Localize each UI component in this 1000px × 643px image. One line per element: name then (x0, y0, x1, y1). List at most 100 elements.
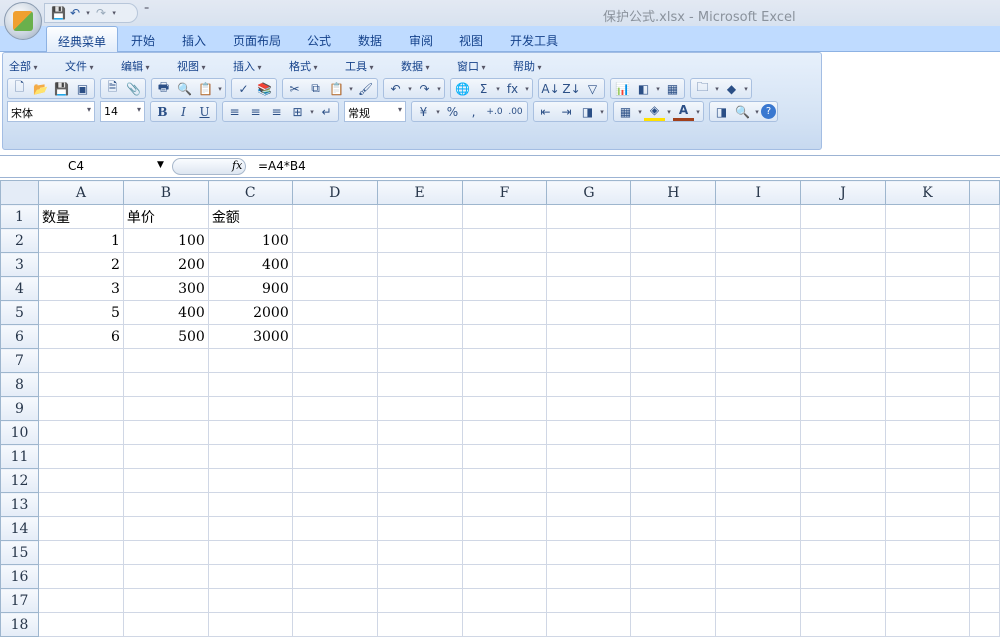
cell-D8[interactable] (291, 372, 378, 397)
cell-K4[interactable] (885, 276, 970, 301)
column-header-C[interactable]: C (207, 180, 293, 205)
cell-G11[interactable] (546, 444, 632, 469)
cell-D16[interactable] (291, 564, 378, 589)
column-header-J[interactable]: J (800, 180, 887, 205)
column-header-A[interactable]: A (37, 180, 124, 205)
cell-G2[interactable] (546, 228, 632, 253)
cell-K2[interactable] (885, 228, 970, 253)
paste-dropdown[interactable]: ▾ (347, 85, 355, 93)
font-name-select[interactable]: 宋体 (7, 101, 95, 122)
cell-A14[interactable] (37, 516, 124, 541)
cell-C7[interactable] (207, 348, 293, 373)
cell-E15[interactable] (376, 540, 463, 565)
cell-J13[interactable] (800, 492, 887, 517)
format-painter-icon[interactable]: 🖌 (355, 80, 376, 98)
cell-F2[interactable] (461, 228, 548, 253)
cell-C9[interactable] (207, 396, 293, 421)
cell-C15[interactable] (207, 540, 293, 565)
cell-G4[interactable] (546, 276, 632, 301)
cell-C11[interactable] (207, 444, 293, 469)
cell-C14[interactable] (207, 516, 293, 541)
cell-B1[interactable]: 单价 (122, 204, 209, 229)
cell-B2[interactable]: 100 (122, 228, 209, 253)
cell-J6[interactable] (800, 324, 887, 349)
cell-A16[interactable] (37, 564, 124, 589)
column-header-H[interactable]: H (630, 180, 717, 205)
cell-I6[interactable] (715, 324, 802, 349)
row-header-6[interactable]: 6 (0, 324, 39, 349)
cell-A11[interactable] (37, 444, 124, 469)
cell-D18[interactable] (291, 612, 378, 637)
font-size-select[interactable]: 14 (100, 101, 145, 122)
redo-icon[interactable]: ↷ (414, 80, 435, 98)
cell-A8[interactable] (37, 372, 124, 397)
cell-E14[interactable] (376, 516, 463, 541)
cell-B5[interactable]: 400 (122, 300, 209, 325)
cell-I8[interactable] (715, 372, 802, 397)
cell-L11[interactable] (968, 444, 1000, 469)
cell-G1[interactable] (546, 204, 632, 229)
cell-F5[interactable] (461, 300, 548, 325)
cell-C12[interactable] (207, 468, 293, 493)
preview-icon[interactable]: 🔍 (174, 80, 195, 98)
cell-B4[interactable]: 300 (122, 276, 209, 301)
cell-D17[interactable] (291, 588, 378, 613)
cell-F13[interactable] (461, 492, 548, 517)
cell-H14[interactable] (630, 516, 717, 541)
cell-L12[interactable] (968, 468, 1000, 493)
merge-dropdown[interactable]: ▾ (308, 108, 316, 116)
cell-L9[interactable] (968, 396, 1000, 421)
cell-E18[interactable] (376, 612, 463, 637)
paste-icon[interactable]: 📋 (326, 80, 347, 98)
cell-H3[interactable] (630, 252, 717, 277)
cell-D10[interactable] (291, 420, 378, 445)
cell-I7[interactable] (715, 348, 802, 373)
cut-icon[interactable]: ✂ (284, 80, 305, 98)
cell-G14[interactable] (546, 516, 632, 541)
tab-3[interactable]: 页面布局 (233, 32, 281, 49)
cell-K7[interactable] (885, 348, 970, 373)
cell-I4[interactable] (715, 276, 802, 301)
cell-B17[interactable] (122, 588, 209, 613)
shapes-dropdown[interactable]: ▾ (654, 85, 662, 93)
select-all-button[interactable] (0, 180, 39, 205)
cell-E9[interactable] (376, 396, 463, 421)
cell-B13[interactable] (122, 492, 209, 517)
cell-D2[interactable] (291, 228, 378, 253)
cell-J1[interactable] (800, 204, 887, 229)
cell-I5[interactable] (715, 300, 802, 325)
currency-dropdown[interactable]: ▾ (434, 108, 442, 116)
cell-B10[interactable] (122, 420, 209, 445)
cell-F8[interactable] (461, 372, 548, 397)
cell-E7[interactable] (376, 348, 463, 373)
cell-G5[interactable] (546, 300, 632, 325)
row-header-4[interactable]: 4 (0, 276, 39, 301)
cell-H1[interactable] (630, 204, 717, 229)
macro-icon[interactable]: ◆ (721, 80, 742, 98)
fill-color-icon[interactable]: ◈ (644, 103, 665, 121)
increase-indent-icon[interactable]: ⇥ (556, 103, 577, 121)
cell-J4[interactable] (800, 276, 887, 301)
column-header-D[interactable]: D (291, 180, 378, 205)
cell-F1[interactable] (461, 204, 548, 229)
cell-format-icon[interactable]: ◨ (577, 103, 598, 121)
cell-H17[interactable] (630, 588, 717, 613)
cell-G3[interactable] (546, 252, 632, 277)
sort-desc-icon[interactable]: Z↓ (561, 80, 582, 98)
cell-I16[interactable] (715, 564, 802, 589)
paste-special-dropdown[interactable]: ▾ (216, 85, 224, 93)
cell-format-dropdown[interactable]: ▾ (598, 108, 606, 116)
cell-G8[interactable] (546, 372, 632, 397)
cell-H8[interactable] (630, 372, 717, 397)
shapes-icon[interactable]: ◧ (633, 80, 654, 98)
cell-D14[interactable] (291, 516, 378, 541)
undo-icon[interactable]: ↶ (385, 80, 406, 98)
undo-dropdown[interactable]: ▾ (84, 9, 92, 17)
cell-H5[interactable] (630, 300, 717, 325)
cell-I15[interactable] (715, 540, 802, 565)
copy-icon[interactable]: ⧉ (305, 80, 326, 98)
row-header-8[interactable]: 8 (0, 372, 39, 397)
cell-K18[interactable] (885, 612, 970, 637)
cell-L13[interactable] (968, 492, 1000, 517)
cell-H6[interactable] (630, 324, 717, 349)
